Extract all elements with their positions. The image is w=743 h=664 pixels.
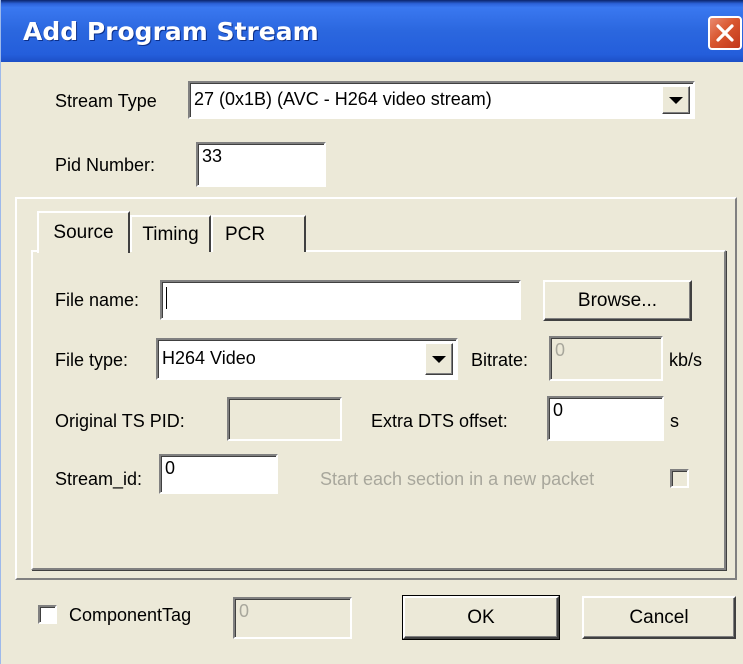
original-ts-pid-label: Original TS PID: <box>55 411 185 431</box>
component-tag-label: ComponentTag <box>69 605 192 625</box>
bitrate-input[interactable]: 0 <box>549 336 663 381</box>
pid-number-label: Pid Number: <box>55 155 156 175</box>
file-name-label: File name: <box>55 290 140 310</box>
tab-source[interactable]: Source <box>37 211 130 253</box>
new-packet-label: Start each section in a new packet <box>320 469 595 489</box>
original-ts-pid-input[interactable] <box>227 397 342 441</box>
bitrate-unit: kb/s <box>669 350 703 370</box>
tab-pcr-label: PCR <box>225 223 266 245</box>
file-type-select[interactable]: H264 Video <box>156 338 458 380</box>
tab-timing-label: Timing <box>142 223 199 245</box>
chevron-down-icon <box>432 355 446 363</box>
dialog-title: Add Program Stream <box>23 17 319 46</box>
stream-type-label: Stream Type <box>55 91 157 111</box>
tab-timing[interactable]: Timing <box>130 215 211 252</box>
dialog-window: Add Program Stream Stream Type 27 (0x1B)… <box>0 0 743 664</box>
extra-dts-offset-input[interactable]: 0 <box>547 396 664 441</box>
extra-dts-offset-label: Extra DTS offset: <box>371 411 508 431</box>
stream-type-select[interactable]: 27 (0x1B) (AVC - H264 video stream) <box>188 81 695 119</box>
browse-button[interactable]: Browse... <box>543 280 692 321</box>
ok-button[interactable]: OK <box>402 595 560 640</box>
pid-number-input[interactable]: 33 <box>196 142 326 187</box>
new-packet-checkbox[interactable] <box>670 469 689 488</box>
stream-type-dropdown-button[interactable] <box>662 86 690 114</box>
bitrate-label: Bitrate: <box>471 350 529 370</box>
file-name-input[interactable] <box>160 280 521 320</box>
stream-type-value: 27 (0x1B) (AVC - H264 video stream) <box>194 89 492 109</box>
chevron-down-icon <box>669 96 683 104</box>
close-button[interactable] <box>708 16 742 50</box>
extra-dts-offset-unit: s <box>670 411 679 431</box>
tab-source-label: Source <box>53 222 114 243</box>
text-caret <box>166 287 167 309</box>
title-bar[interactable]: Add Program Stream <box>1 0 743 62</box>
file-type-label: File type: <box>55 350 129 370</box>
stream-id-label: Stream_id: <box>55 469 143 489</box>
component-tag-input[interactable]: 0 <box>233 597 352 639</box>
stream-id-input[interactable]: 0 <box>159 454 278 494</box>
tab-pcr[interactable]: PCR <box>211 215 306 252</box>
file-type-value: H264 Video <box>162 348 256 368</box>
component-tag-checkbox[interactable] <box>38 605 57 624</box>
close-icon <box>715 23 735 43</box>
cancel-button[interactable]: Cancel <box>582 596 736 639</box>
file-type-dropdown-button[interactable] <box>425 343 453 375</box>
